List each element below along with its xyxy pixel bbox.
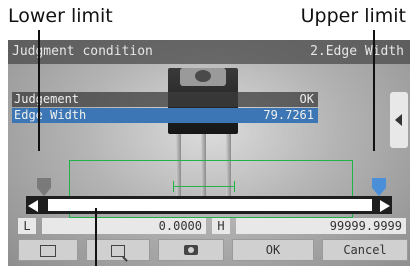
- lower-limit-callout: Lower limit: [8, 5, 113, 27]
- camera-button[interactable]: [158, 239, 224, 261]
- upper-limit-tag: H: [212, 218, 230, 234]
- fit-frame-button[interactable]: [18, 239, 78, 261]
- judgement-label: Judgement: [14, 92, 80, 106]
- screen-title: Judgment condition: [12, 44, 153, 59]
- cancel-button[interactable]: Cancel: [322, 239, 408, 261]
- edge-width-label: Edge Width: [14, 108, 87, 122]
- upper-limit-pointer: [373, 30, 375, 151]
- lower-limit-tag: L: [18, 218, 36, 234]
- judgement-value: OK: [299, 92, 314, 106]
- slider-left-arrow-icon[interactable]: [28, 200, 38, 212]
- camera-icon: [184, 245, 198, 255]
- edge-width-row[interactable]: Edge Width 79.7261: [12, 108, 318, 123]
- edge-width-marker: [173, 186, 235, 187]
- ok-button[interactable]: OK: [232, 239, 314, 261]
- lower-limit-pointer: [38, 30, 40, 151]
- scroll-left-icon: [395, 114, 402, 126]
- fit-frame-icon: [40, 245, 56, 257]
- zoom-window-icon: [111, 245, 125, 257]
- edge-width-value: 79.7261: [263, 108, 314, 122]
- lower-limit-value[interactable]: 0.0000: [42, 218, 206, 234]
- upper-limit-callout: Upper limit: [300, 5, 406, 27]
- component-hole: [195, 70, 211, 82]
- title-bar: Judgment condition 2.Edge Width: [8, 40, 410, 64]
- item-name: 2.Edge Width: [310, 44, 404, 59]
- edge-marker-tick: [173, 181, 174, 192]
- upper-limit-value[interactable]: 99999.9999: [236, 218, 406, 234]
- device-screen: Judgment condition 2.Edge Width Judgemen…: [8, 40, 410, 266]
- side-panel-button[interactable]: [390, 92, 408, 148]
- slider-right-arrow-icon[interactable]: [380, 200, 390, 212]
- judgement-row: Judgement OK: [12, 92, 318, 107]
- slider-track-pointer: [95, 208, 97, 266]
- edge-marker-tick: [234, 181, 235, 192]
